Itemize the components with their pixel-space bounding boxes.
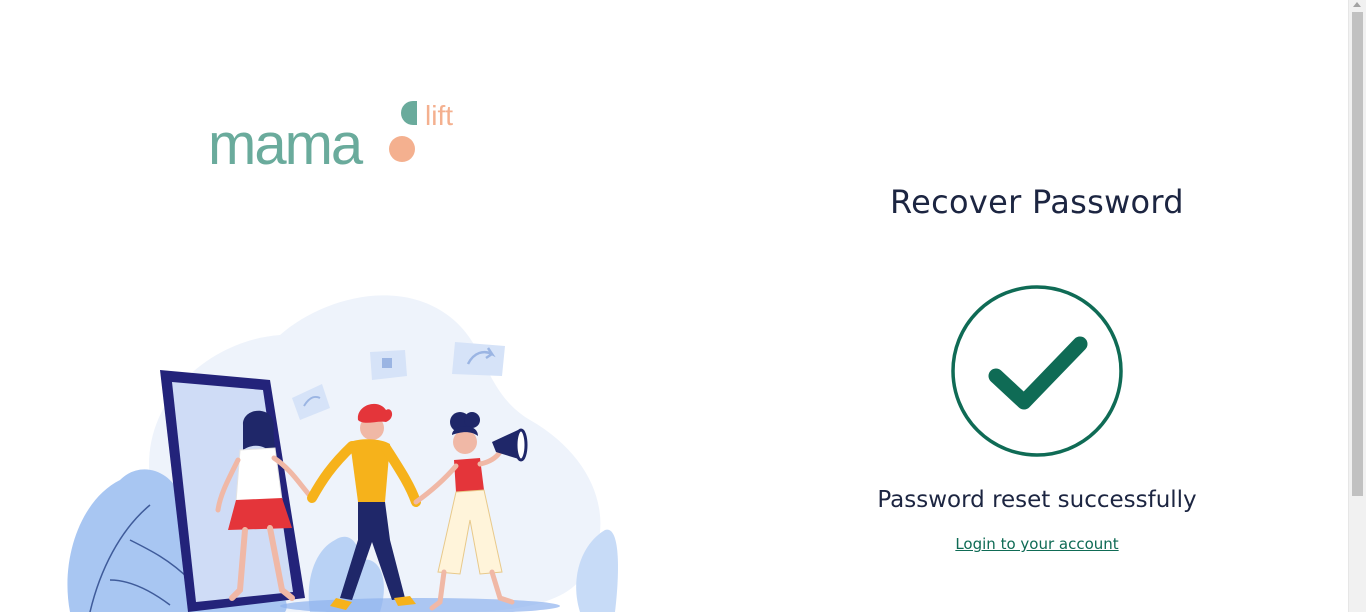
vertical-scrollbar[interactable] — [1348, 0, 1366, 612]
login-link[interactable]: Login to your account — [700, 535, 1366, 553]
success-message: Password reset successfully — [877, 487, 1197, 513]
left-panel: mama lift — [0, 0, 700, 612]
logo-half-circle-icon — [401, 101, 413, 125]
forward-bubble-icon — [452, 342, 505, 376]
like-bubble-icon — [370, 350, 407, 380]
scroll-thumb[interactable] — [1352, 12, 1363, 496]
right-panel: Recover Password Password reset successf… — [700, 0, 1350, 612]
logo-main-text: mama — [208, 112, 364, 175]
logo-sub-text: lift — [425, 100, 453, 131]
page-title: Recover Password — [890, 183, 1184, 221]
recover-password-page: mama lift Recover Password Password rese… — [0, 0, 1366, 612]
brand-logo: mama lift — [208, 100, 453, 175]
logo-dot-icon — [389, 136, 415, 162]
scroll-up-icon[interactable] — [1353, 2, 1361, 7]
people-walking-phone-illustration — [67, 295, 618, 612]
check-circle-icon — [951, 285, 1123, 457]
